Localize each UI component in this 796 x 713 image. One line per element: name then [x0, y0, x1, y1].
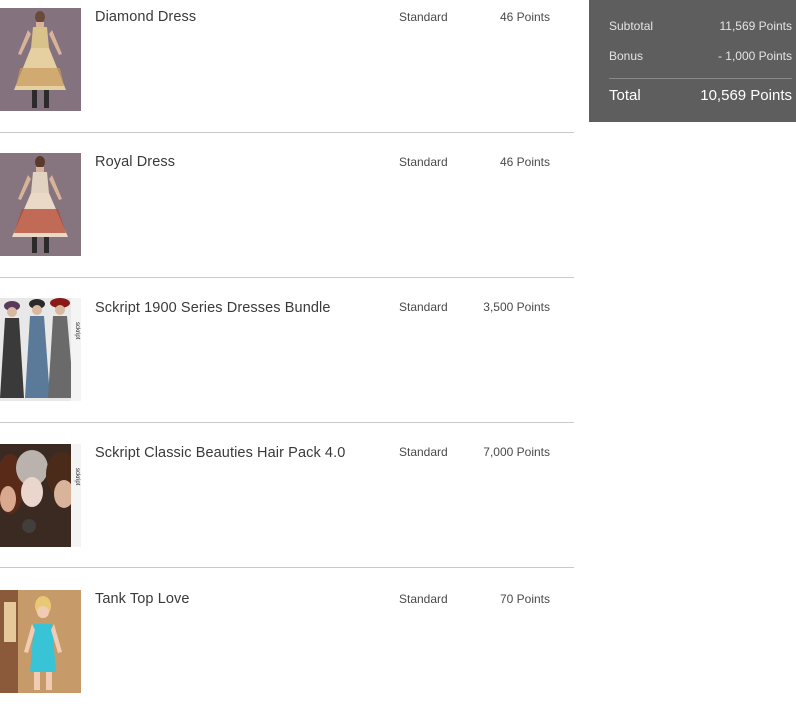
- cart-item: Diamond Dress Standard 46 Points: [0, 0, 574, 133]
- product-title-link[interactable]: Royal Dress: [95, 154, 175, 170]
- cart-item: sckript Sckript 1900 Series Dresses Bund…: [0, 277, 574, 423]
- license-type: Standard: [399, 592, 448, 606]
- license-type: Standard: [399, 10, 448, 24]
- bonus-label: Bonus: [609, 49, 644, 63]
- svg-text:sckript: sckript: [74, 468, 80, 486]
- cart-item: sckript Sckript Classic Beauties Hair Pa…: [0, 422, 574, 568]
- item-price: 3,500 Points: [483, 300, 550, 314]
- subtotal-label: Subtotal: [609, 19, 654, 33]
- item-price: 46 Points: [499, 10, 550, 24]
- subtotal-value: 11,569 Points: [719, 19, 793, 33]
- bonus-row: Bonus - 1,000 Points: [609, 49, 792, 63]
- license-type: Standard: [399, 445, 448, 459]
- order-summary-panel: Subtotal 11,569 Points Bonus - 1,000 Poi…: [589, 0, 796, 122]
- product-title-link[interactable]: Tank Top Love: [95, 591, 190, 607]
- total-label: Total: [609, 87, 641, 104]
- product-thumbnail[interactable]: [0, 8, 81, 111]
- summary-divider: [609, 78, 792, 79]
- total-value: 10,569 Points: [700, 87, 792, 104]
- item-price: 7,000 Points: [483, 445, 550, 459]
- hair-pack-thumbnail-icon: sckript: [0, 444, 81, 547]
- cart-item: Tank Top Love Standard 70 Points: [0, 568, 574, 713]
- product-thumbnail[interactable]: sckript: [0, 298, 81, 401]
- tank-top-thumbnail-icon: [0, 590, 81, 693]
- bonus-value: - 1,000 Points: [717, 49, 792, 63]
- royal-dress-thumbnail-icon: [0, 153, 81, 256]
- total-row: Total 10,569 Points: [609, 87, 792, 104]
- product-thumbnail[interactable]: [0, 153, 81, 256]
- product-thumbnail[interactable]: [0, 590, 81, 693]
- product-thumbnail[interactable]: sckript: [0, 444, 81, 547]
- item-price: 70 Points: [499, 592, 550, 606]
- product-title-link[interactable]: Diamond Dress: [95, 9, 196, 25]
- subtotal-row: Subtotal 11,569 Points: [609, 19, 792, 33]
- product-title-link[interactable]: Sckript 1900 Series Dresses Bundle: [95, 300, 331, 316]
- product-title-link[interactable]: Sckript Classic Beauties Hair Pack 4.0: [95, 445, 345, 461]
- license-type: Standard: [399, 300, 448, 314]
- cart-item: Royal Dress Standard 46 Points: [0, 132, 574, 278]
- dresses-bundle-thumbnail-icon: sckript: [0, 298, 81, 401]
- diamond-dress-thumbnail-icon: [0, 8, 81, 111]
- svg-text:sckript: sckript: [74, 322, 80, 340]
- item-price: 46 Points: [499, 155, 550, 169]
- license-type: Standard: [399, 155, 448, 169]
